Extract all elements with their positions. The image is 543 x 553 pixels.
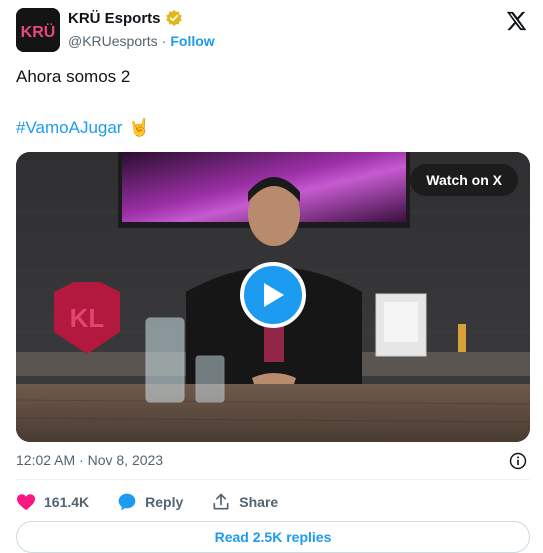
reply-label: Reply (145, 494, 184, 510)
reply-bubble-icon (118, 493, 136, 511)
divider (16, 479, 530, 480)
share-button[interactable]: Share (211, 492, 278, 512)
action-bar: 161.4K Reply Share (16, 492, 306, 512)
hashtag-link[interactable]: #VamoAJugar (16, 118, 122, 138)
account-name[interactable]: KRÜ Esports (68, 10, 161, 27)
handle-row: @KRUesports · Follow (68, 33, 215, 49)
verified-badge-icon (165, 9, 182, 27)
share-label: Share (239, 494, 279, 510)
tweet-text: Ahora somos 2 (16, 67, 131, 86)
account-name-row[interactable]: KRÜ Esports (68, 9, 183, 27)
video-media[interactable]: KL Watch on X (16, 152, 530, 442)
account-avatar[interactable]: KRÜ (16, 8, 60, 52)
separator-dot: · (161, 33, 167, 49)
info-icon[interactable] (509, 452, 527, 470)
hashtag-row: #VamoAJugar 🤘 (16, 118, 150, 138)
play-icon (264, 283, 284, 307)
heart-icon (17, 494, 35, 511)
svg-text:KL: KL (70, 303, 105, 333)
x-logo-icon[interactable] (505, 10, 527, 32)
account-handle[interactable]: @KRUesports (68, 33, 158, 49)
play-button[interactable] (240, 262, 306, 328)
share-icon (213, 493, 229, 510)
read-replies-button[interactable]: Read 2.5K replies (16, 521, 530, 553)
follow-button[interactable]: Follow (170, 33, 214, 49)
watch-on-x-button[interactable]: Watch on X (410, 164, 518, 196)
logo-text: KRÜ (21, 22, 56, 41)
like-button[interactable]: 161.4K (16, 493, 89, 511)
reply-button[interactable]: Reply (117, 492, 183, 512)
rock-hand-emoji-icon: 🤘 (128, 118, 150, 137)
like-count: 161.4K (44, 494, 90, 510)
tweet-timestamp[interactable]: 12:02 AM · Nov 8, 2023 (16, 452, 163, 468)
